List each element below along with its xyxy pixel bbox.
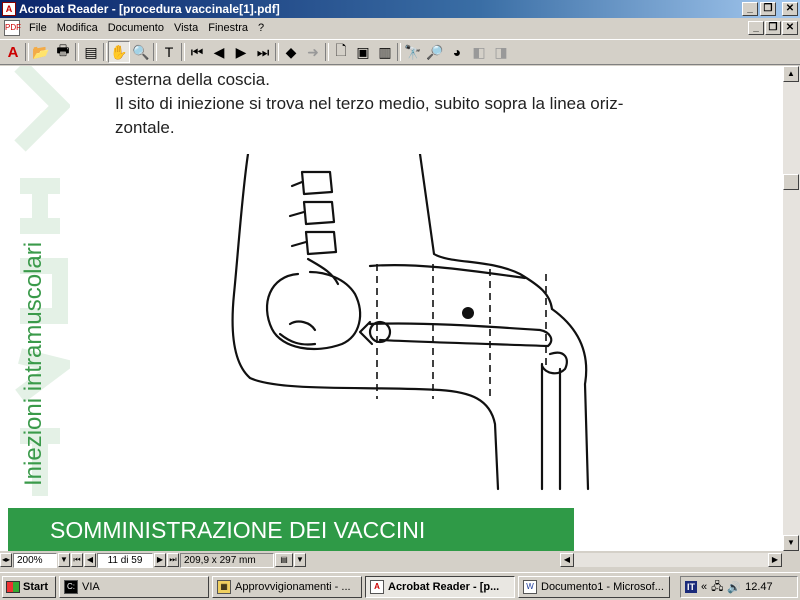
- status-first-page-icon[interactable]: ⏮: [71, 553, 83, 567]
- language-indicator[interactable]: IT: [685, 581, 697, 593]
- page-size-field: 209,9 x 297 mm: [180, 552, 274, 568]
- text-select-tool-icon[interactable]: T: [158, 41, 180, 63]
- injection-site-illustration: [231, 154, 590, 491]
- status-previous-page-icon[interactable]: ◀: [84, 553, 96, 567]
- windows-flag-icon: [6, 580, 20, 593]
- print-icon[interactable]: 🖶: [52, 41, 74, 63]
- body-line: Il sito di iniezione si trova nel terzo …: [115, 94, 624, 113]
- menu-file[interactable]: File: [24, 22, 52, 34]
- menu-documento[interactable]: Documento: [103, 22, 169, 34]
- page-layout-dropdown-icon[interactable]: ▼: [294, 553, 306, 567]
- acrobat-icon: A: [370, 579, 384, 594]
- console-icon: C:: [64, 579, 78, 594]
- fit-page-icon[interactable]: ▣: [352, 41, 374, 63]
- body-text: esterna della coscia. Il sito di iniezio…: [115, 68, 695, 140]
- go-forward-icon[interactable]: ➜: [302, 41, 324, 63]
- minimize-button[interactable]: _: [742, 2, 758, 16]
- task-label: Documento1 - Microsof...: [541, 580, 664, 593]
- task-label: Acrobat Reader - [p...: [388, 580, 500, 593]
- previous-highlight-icon[interactable]: ◧: [468, 41, 490, 63]
- menu-bar: PDF File Modifica Documento Vista Finest…: [0, 18, 800, 38]
- open-icon[interactable]: 📂: [30, 41, 52, 63]
- restore-button[interactable]: ❐: [760, 2, 776, 16]
- show-hide-navigation-icon[interactable]: ▤: [80, 41, 102, 63]
- start-button[interactable]: Start: [2, 575, 56, 598]
- explorer-icon: ▦: [217, 579, 231, 594]
- system-tray: IT « 🖧 🔊 12.47: [680, 576, 798, 598]
- task-approvvigionamenti[interactable]: ▦ Approvvigionamenti - ...: [212, 575, 362, 598]
- status-menu-icon[interactable]: ◂▸: [0, 553, 12, 567]
- start-label: Start: [23, 580, 49, 593]
- task-documento1[interactable]: W Documento1 - Microsof...: [518, 575, 670, 598]
- fit-width-icon[interactable]: ▥: [374, 41, 396, 63]
- hand-tool-icon[interactable]: ✋: [108, 41, 130, 63]
- clock[interactable]: 12.47: [745, 581, 773, 593]
- doc-close-button[interactable]: ✕: [782, 21, 798, 35]
- menu-help[interactable]: ?: [253, 22, 269, 34]
- task-label: VIA: [82, 580, 100, 593]
- scroll-down-button[interactable]: ▼: [783, 535, 799, 551]
- adobe-icon[interactable]: A: [2, 41, 24, 63]
- go-back-icon[interactable]: ◆: [280, 41, 302, 63]
- menu-vista[interactable]: Vista: [169, 22, 203, 34]
- menu-modifica[interactable]: Modifica: [52, 22, 103, 34]
- scroll-thumb[interactable]: [783, 174, 799, 190]
- menu-finestra[interactable]: Finestra: [203, 22, 253, 34]
- body-line: zontale.: [115, 118, 175, 137]
- status-last-page-icon[interactable]: ⏭: [167, 553, 179, 567]
- scroll-right-button[interactable]: ▶: [768, 553, 782, 567]
- next-highlight-icon[interactable]: ◨: [490, 41, 512, 63]
- close-button[interactable]: ✕: [782, 2, 798, 16]
- first-page-icon[interactable]: ⏮: [186, 41, 208, 63]
- title-bar: A Acrobat Reader - [procedura vaccinale[…: [0, 0, 800, 18]
- scroll-left-button[interactable]: ◀: [560, 553, 574, 567]
- task-via[interactable]: C: VIA: [59, 575, 209, 598]
- vertical-scrollbar[interactable]: ▲ ▼: [783, 66, 800, 551]
- horizontal-scrollbar[interactable]: ◀ ▶: [560, 553, 782, 567]
- tray-expand-icon[interactable]: «: [701, 581, 707, 593]
- body-line: esterna della coscia.: [115, 70, 270, 89]
- previous-page-icon[interactable]: ◀: [208, 41, 230, 63]
- doc-restore-button[interactable]: ❐: [765, 21, 781, 35]
- scroll-up-button[interactable]: ▲: [783, 66, 799, 82]
- last-page-icon[interactable]: ⏭: [252, 41, 274, 63]
- sidebar-vertical-title: Iniezioni intramuscolari: [20, 241, 47, 486]
- window-title: Acrobat Reader - [procedura vaccinale[1]…: [19, 2, 280, 16]
- zoom-tool-icon[interactable]: 🔍: [130, 41, 152, 63]
- footer-banner: SOMMINISTRAZIONE DEI VACCINI: [8, 508, 574, 551]
- toolbar: A 📂 🖶 ▤ ✋ 🔍 T ⏮ ◀ ▶ ⏭ ◆ ➜ 🗋 ▣ ▥ 🔭 🔎 ◕ ◧ …: [0, 39, 800, 65]
- taskbar: Start C: VIA ▦ Approvvigionamenti - ... …: [0, 572, 800, 600]
- acrobat-app-icon[interactable]: A: [2, 2, 16, 16]
- injection-site-dot: [462, 307, 474, 319]
- status-next-page-icon[interactable]: ▶: [154, 553, 166, 567]
- page-side-stripe: Iniezioni intramuscolari: [0, 66, 70, 521]
- page-number-field[interactable]: 11 di 59: [97, 552, 153, 568]
- volume-icon[interactable]: 🔊: [727, 581, 741, 594]
- task-acrobat-reader[interactable]: A Acrobat Reader - [p...: [365, 575, 515, 598]
- next-page-icon[interactable]: ▶: [230, 41, 252, 63]
- document-window-icon[interactable]: PDF: [4, 20, 21, 36]
- search-results-icon[interactable]: ◕: [446, 41, 468, 63]
- task-label: Approvvigionamenti - ...: [235, 580, 351, 593]
- doc-minimize-button[interactable]: _: [748, 21, 764, 35]
- network-icon[interactable]: 🖧: [711, 578, 723, 597]
- actual-size-icon[interactable]: 🗋: [330, 41, 352, 63]
- page-layout-icon[interactable]: ▤: [275, 553, 293, 567]
- document-view[interactable]: Iniezioni intramuscolari esterna della c…: [0, 66, 783, 551]
- word-icon: W: [523, 579, 537, 594]
- zoom-field[interactable]: 200%: [13, 552, 57, 568]
- zoom-dropdown-icon[interactable]: ▼: [58, 553, 70, 567]
- find-icon[interactable]: 🔭: [402, 41, 424, 63]
- search-icon[interactable]: 🔎: [424, 41, 446, 63]
